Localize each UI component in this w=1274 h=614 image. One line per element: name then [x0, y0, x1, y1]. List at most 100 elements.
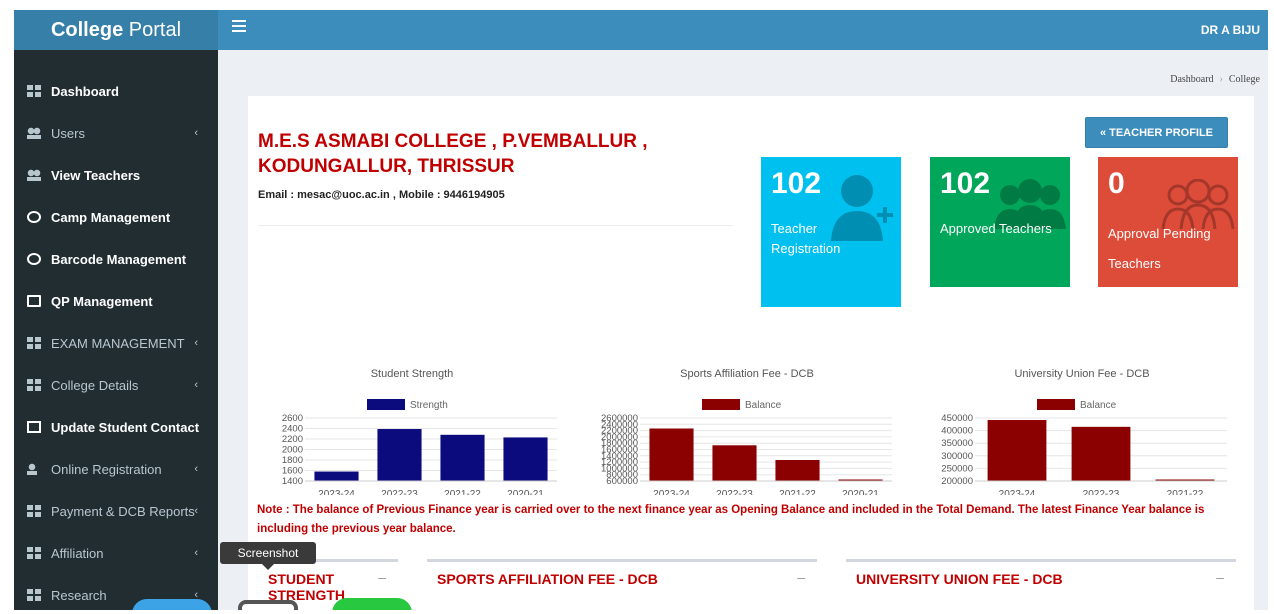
- x-tick-label: 2021-22: [444, 489, 481, 495]
- x-tick-label: 2022-23: [716, 489, 753, 495]
- sidebar-item-qp-management[interactable]: QP Management: [14, 280, 218, 322]
- chevron-left-icon: ‹: [194, 505, 198, 517]
- chart-title: Sports Affiliation Fee - DCB: [680, 368, 814, 380]
- collapse-icon[interactable]: –: [797, 569, 805, 585]
- bar: [987, 420, 1047, 481]
- chevron-left-icon: ‹: [194, 337, 198, 349]
- sidebar-item-label: Online Registration: [51, 461, 162, 477]
- sidebar-item-payment-dcb-reports[interactable]: Payment & DCB Reports ‹: [14, 490, 218, 532]
- sidebar-item-label: Research: [51, 587, 107, 603]
- sidebar-toggle-icon[interactable]: [232, 20, 246, 32]
- y-tick-label: 2600: [282, 413, 303, 424]
- legend-swatch: [1037, 399, 1075, 410]
- sidebar-item-label: Dashboard: [51, 83, 119, 99]
- sidebar-item-exam-management[interactable]: EXAM MANAGEMENT ‹: [14, 322, 218, 364]
- teacher-profile-button[interactable]: « TEACHER PROFILE: [1085, 117, 1228, 148]
- sidebar-item-dashboard[interactable]: Dashboard: [14, 70, 218, 112]
- y-tick-label: 450000: [941, 413, 973, 424]
- sidebar-item-camp-management[interactable]: Camp Management: [14, 196, 218, 238]
- sidebar-item-affiliation[interactable]: Affiliation ‹: [14, 532, 218, 574]
- screenshot-tooltip: Screenshot: [220, 542, 316, 570]
- sidebar-item-label: Camp Management: [51, 209, 171, 225]
- y-tick-label: 2000: [282, 445, 303, 456]
- collapse-icon[interactable]: –: [1216, 569, 1224, 585]
- sidebar-item-label: College Details: [51, 377, 139, 393]
- x-tick-label: 2023-24: [653, 489, 690, 495]
- section-title: SPORTS AFFILIATION FEE - DCB: [437, 571, 658, 587]
- breadcrumb-current: College: [1228, 74, 1260, 85]
- section-sports-affiliation: SPORTS AFFILIATION FEE - DCB –: [427, 559, 817, 610]
- divider: [258, 225, 733, 226]
- chevron-left-icon: ‹: [194, 379, 198, 391]
- y-tick-label: 1600: [282, 466, 303, 477]
- user-menu[interactable]: DR A BIJU: [1201, 10, 1260, 50]
- circle-arrow-icon: [27, 253, 41, 265]
- sidebar-item-view-teachers[interactable]: View Teachers: [14, 154, 218, 196]
- x-tick-label: 2022-23: [1083, 489, 1120, 495]
- stat-box-approved-teachers[interactable]: 102 Approved Teachers: [930, 157, 1070, 287]
- sidebar-item-label: Affiliation: [51, 545, 104, 561]
- legend-label: Balance: [745, 400, 782, 411]
- breadcrumb-home[interactable]: Dashboard: [1170, 74, 1213, 85]
- sidebar-item-online-registration[interactable]: Online Registration ‹: [14, 448, 218, 490]
- grid-icon: [27, 379, 41, 391]
- bar: [377, 429, 422, 481]
- screenshot-dock-icon[interactable]: [238, 600, 298, 610]
- y-tick-label: 1400: [282, 476, 303, 487]
- y-tick-label: 250000: [941, 463, 973, 474]
- y-tick-label: 600000: [606, 476, 638, 487]
- section-title: UNIVERSITY UNION FEE - DCB: [856, 571, 1063, 587]
- app-frame: College Portal DR A BIJU Dashboard Users…: [14, 10, 1268, 610]
- dock-app-icon[interactable]: [132, 599, 212, 610]
- student-strength-chart: Student Strength Strength 2600240022002000…: [282, 368, 557, 495]
- sidebar-item-college-details[interactable]: College Details ‹: [14, 364, 218, 406]
- sidebar-item-barcode-management[interactable]: Barcode Management: [14, 238, 218, 280]
- sidebar-item-label: Payment & DCB Reports: [51, 503, 195, 519]
- chevron-left-icon: ‹: [194, 463, 198, 475]
- stat-value: 102: [771, 167, 822, 200]
- brand-logo[interactable]: College Portal: [14, 10, 218, 50]
- grid-icon: [27, 547, 41, 559]
- sports-affiliation-chart: Sports Affiliation Fee - DCBBalance26000…: [601, 368, 892, 495]
- bar: [314, 471, 359, 481]
- sidebar-item-label: Users: [51, 125, 85, 141]
- collapse-icon[interactable]: –: [378, 569, 386, 585]
- y-tick-label: 350000: [941, 438, 973, 449]
- x-tick-label: 2023-24: [999, 489, 1036, 495]
- circle-arrow-icon: [27, 211, 41, 223]
- user-plus-icon: [27, 463, 41, 475]
- y-tick-label: 2400: [282, 424, 303, 435]
- y-tick-label: 200000: [941, 476, 973, 487]
- sidebar-item-label: Update Student Contact: [51, 419, 200, 435]
- x-tick-label: 2020-21: [507, 489, 544, 495]
- legend-label: Strength: [410, 400, 448, 411]
- y-tick-label: 1800: [282, 455, 303, 466]
- chart-title: University Union Fee - DCB: [1014, 368, 1149, 380]
- university-union-chart: University Union Fee - DCB Balance 450000 4…: [941, 368, 1227, 495]
- x-tick-label: 2022-23: [381, 489, 418, 495]
- dashboard-icon: [27, 85, 41, 97]
- grid-icon: [27, 505, 41, 517]
- chevron-left-icon: ‹: [194, 547, 198, 559]
- sidebar-item-label: View Teachers: [51, 167, 141, 183]
- stat-box-approval-pending[interactable]: 0 Approval Pending Teachers: [1098, 157, 1238, 287]
- sidebar-item-update-student-contact[interactable]: Update Student Contact: [14, 406, 218, 448]
- stat-label: Approved Teachers: [940, 221, 1052, 236]
- stat-label: Approval Pending Teachers: [1108, 226, 1211, 271]
- stat-box-teacher-registration[interactable]: 102 Teacher Registration: [761, 157, 901, 307]
- users-icon: [27, 127, 41, 139]
- square-icon: [27, 421, 41, 433]
- monitor-icon: [27, 295, 41, 307]
- bar: [775, 460, 820, 481]
- sidebar-item-users[interactable]: Users ‹: [14, 112, 218, 154]
- y-tick-label: 400000: [941, 426, 973, 437]
- grid-icon: [27, 337, 41, 349]
- section-university-union: UNIVERSITY UNION FEE - DCB –: [846, 559, 1236, 610]
- dock-app-icon[interactable]: [332, 598, 412, 610]
- chart-title: Student Strength: [371, 368, 454, 380]
- bar: [649, 428, 694, 481]
- bar: [1071, 426, 1131, 481]
- college-name: M.E.S ASMABI COLLEGE , P.VEMBALLUR , KOD…: [258, 131, 648, 177]
- stat-label: Teacher Registration: [771, 221, 841, 256]
- college-contact: Email : mesac@uoc.ac.in , Mobile : 94461…: [258, 189, 505, 201]
